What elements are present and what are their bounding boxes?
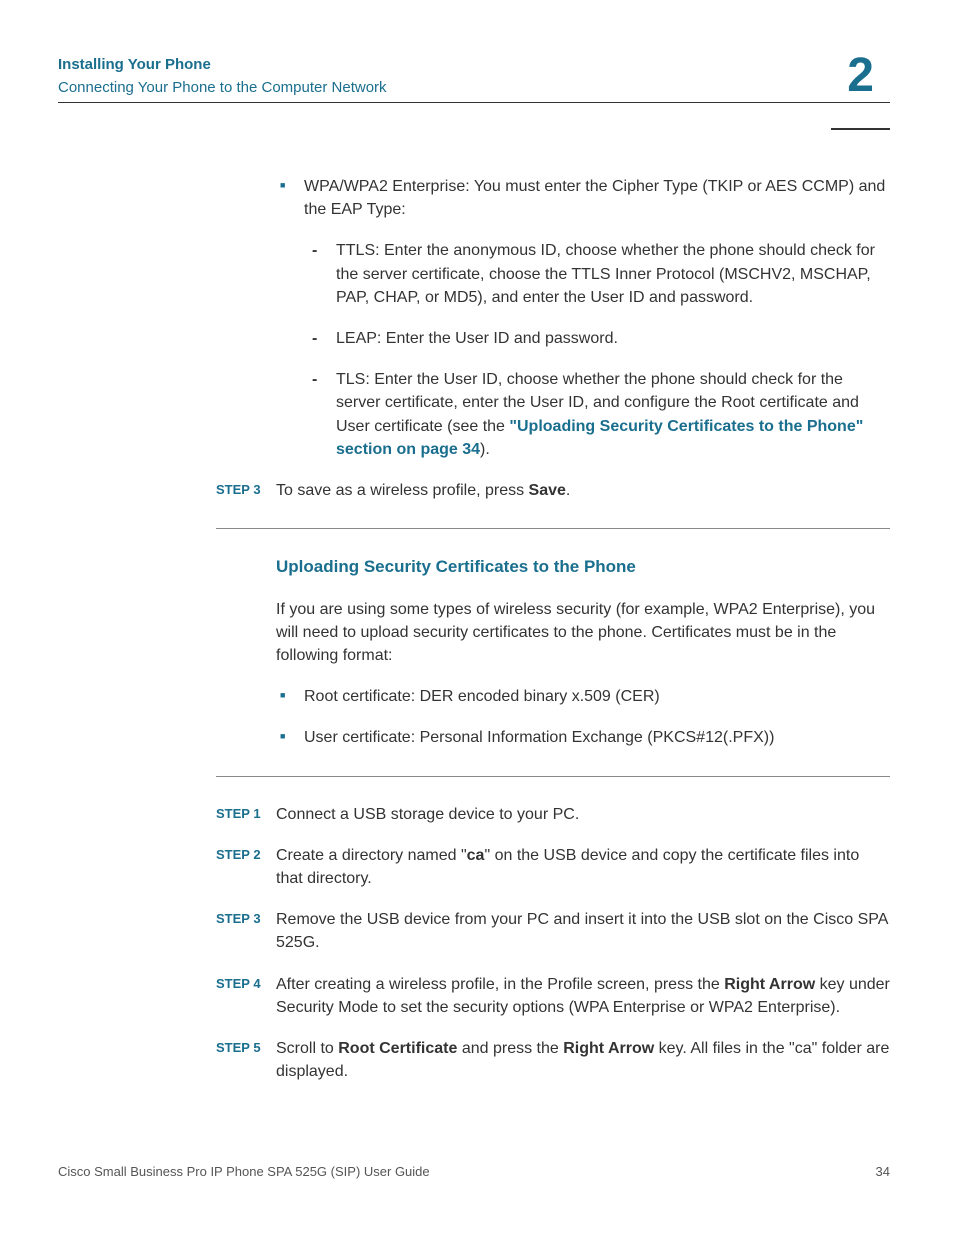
chapter-number: 2 (831, 46, 890, 130)
header-rule (58, 102, 890, 103)
wpa-item: WPA/WPA2 Enterprise: You must enter the … (276, 175, 890, 461)
step-label: STEP 2 (216, 844, 276, 890)
step-4-row: STEP 4 After creating a wireless profile… (216, 973, 890, 1019)
ca-bold: ca (467, 847, 485, 864)
step-label: STEP 3 (216, 479, 276, 502)
header-subtitle: Connecting Your Phone to the Computer Ne… (58, 79, 890, 96)
leap-item: LEAP: Enter the User ID and password. (304, 327, 890, 350)
step-body: Create a directory named "ca" on the USB… (276, 844, 890, 890)
tls-text-b: ). (480, 441, 490, 458)
step-label: STEP 5 (216, 1037, 276, 1083)
user-cert-item: User certificate: Personal Information E… (276, 726, 890, 749)
cert-format-list: Root certificate: DER encoded binary x.5… (276, 685, 890, 749)
header-title: Installing Your Phone (58, 56, 890, 73)
step-body: After creating a wireless profile, in th… (276, 973, 890, 1019)
steps-divider (216, 776, 890, 777)
step-body: Scroll to Root Certificate and press the… (276, 1037, 890, 1083)
step-body: Connect a USB storage device to your PC. (276, 803, 890, 826)
step3-b: . (566, 482, 570, 499)
s4-a: After creating a wireless profile, in th… (276, 976, 724, 993)
save-bold: Save (529, 482, 566, 499)
step-body: To save as a wireless profile, press Sav… (276, 479, 890, 502)
footer-page-number: 34 (876, 1164, 890, 1179)
s5-a: Scroll to (276, 1040, 338, 1057)
page-content: WPA/WPA2 Enterprise: You must enter the … (58, 145, 890, 1083)
root-cert-bold: Root Certificate (338, 1040, 457, 1057)
right-arrow-bold: Right Arrow (724, 976, 815, 993)
step-2-row: STEP 2 Create a directory named "ca" on … (216, 844, 890, 890)
ttls-item: TTLS: Enter the anonymous ID, choose whe… (304, 239, 890, 309)
page-footer: Cisco Small Business Pro IP Phone SPA 52… (58, 1164, 890, 1179)
right-arrow-bold2: Right Arrow (563, 1040, 654, 1057)
wpa-intro-text: WPA/WPA2 Enterprise: You must enter the … (304, 178, 885, 218)
step-body: Remove the USB device from your PC and i… (276, 908, 890, 954)
upload-intro: If you are using some types of wireless … (276, 598, 890, 668)
eap-list: TTLS: Enter the anonymous ID, choose whe… (304, 239, 890, 461)
tls-item: TLS: Enter the User ID, choose whether t… (304, 368, 890, 461)
step-5-row: STEP 5 Scroll to Root Certificate and pr… (216, 1037, 890, 1083)
step-label: STEP 3 (216, 908, 276, 954)
wpa-bullet-list: WPA/WPA2 Enterprise: You must enter the … (276, 175, 890, 461)
step-1-row: STEP 1 Connect a USB storage device to y… (216, 803, 890, 826)
section-divider (216, 528, 890, 529)
step-3b-row: STEP 3 Remove the USB device from your P… (216, 908, 890, 954)
step3-a: To save as a wireless profile, press (276, 482, 529, 499)
upload-heading: Uploading Security Certificates to the P… (276, 555, 890, 580)
page-header: Installing Your Phone Connecting Your Ph… (58, 56, 890, 145)
step-label: STEP 1 (216, 803, 276, 826)
footer-guide-name: Cisco Small Business Pro IP Phone SPA 52… (58, 1164, 430, 1179)
s2-a: Create a directory named " (276, 847, 467, 864)
step-3-row: STEP 3 To save as a wireless profile, pr… (216, 479, 890, 502)
step-label: STEP 4 (216, 973, 276, 1019)
s5-b: and press the (457, 1040, 563, 1057)
root-cert-item: Root certificate: DER encoded binary x.5… (276, 685, 890, 708)
